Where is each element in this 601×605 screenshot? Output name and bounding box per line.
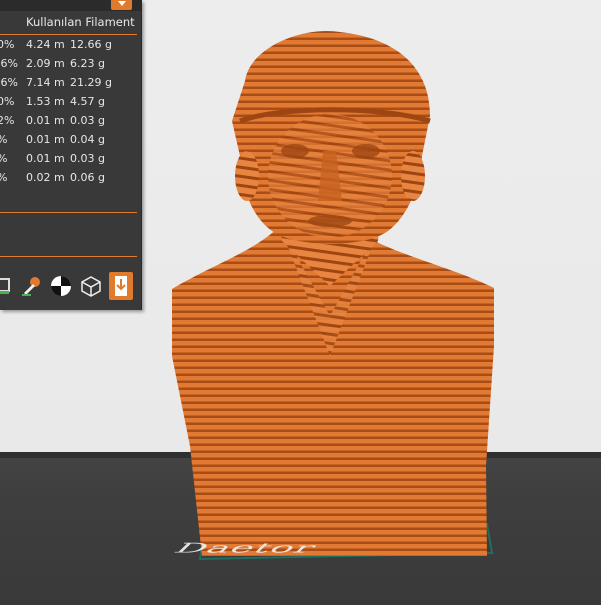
bust-model[interactable] bbox=[130, 26, 510, 566]
row-weight: 0.03 g bbox=[70, 114, 105, 127]
row-percent: 2% bbox=[0, 114, 15, 127]
row-percent: % bbox=[0, 133, 7, 146]
export-tool[interactable] bbox=[109, 272, 133, 300]
cube-wireframe-icon bbox=[81, 276, 101, 297]
row-length: 2.09 m bbox=[26, 57, 65, 70]
bust-right-eye bbox=[352, 144, 380, 158]
row-length: 0.01 m bbox=[26, 133, 65, 146]
row-weight: 0.04 g bbox=[70, 133, 105, 146]
wireframe-view-tool[interactable] bbox=[79, 272, 103, 300]
paint-tool[interactable] bbox=[19, 272, 43, 300]
table-row: .6% 7.14 m 21.29 g bbox=[0, 74, 141, 93]
filament-tool[interactable] bbox=[0, 272, 14, 300]
row-weight: 12.66 g bbox=[70, 38, 112, 51]
filament-column-header: Kullanılan Filament bbox=[26, 15, 135, 29]
header-divider bbox=[0, 34, 137, 35]
row-length: 0.01 m bbox=[26, 152, 65, 165]
table-row: 0% 1.53 m 4.57 g bbox=[0, 93, 141, 112]
row-weight: 0.03 g bbox=[70, 152, 105, 165]
toolbar-divider bbox=[0, 256, 137, 257]
panel-collapse-button[interactable] bbox=[111, 0, 132, 10]
bust-left-ear bbox=[235, 151, 259, 201]
bust-mouth bbox=[308, 215, 352, 227]
bust-left-eye bbox=[281, 144, 309, 158]
bust-right-ear bbox=[401, 151, 425, 201]
table-row: .6% 2.09 m 6.23 g bbox=[0, 55, 141, 74]
table-divider bbox=[0, 212, 137, 213]
chevron-down-icon bbox=[117, 1, 126, 6]
view-toolbar bbox=[0, 272, 141, 300]
row-percent: .6% bbox=[0, 57, 18, 70]
table-row: 0% 4.24 m 12.66 g bbox=[0, 36, 141, 55]
row-length: 7.14 m bbox=[26, 76, 65, 89]
filament-usage-panel: Kullanılan Filament 0% 4.24 m 12.66 g .6… bbox=[0, 0, 142, 310]
row-weight: 4.57 g bbox=[70, 95, 105, 108]
table-row: % 0.01 m 0.04 g bbox=[0, 131, 141, 150]
plate-logo-text: Daetor bbox=[168, 540, 323, 556]
row-weight: 6.23 g bbox=[70, 57, 105, 70]
row-percent: .6% bbox=[0, 76, 18, 89]
row-percent: % bbox=[0, 171, 7, 184]
filament-rows: 0% 4.24 m 12.66 g .6% 2.09 m 6.23 g .6% … bbox=[0, 36, 141, 188]
row-percent: 0% bbox=[0, 38, 15, 51]
row-length: 0.01 m bbox=[26, 114, 65, 127]
paint-brush-icon bbox=[22, 277, 40, 296]
row-length: 0.02 m bbox=[26, 171, 65, 184]
row-length: 4.24 m bbox=[26, 38, 65, 51]
table-row: % 0.01 m 0.03 g bbox=[0, 150, 141, 169]
row-weight: 0.06 g bbox=[70, 171, 105, 184]
row-weight: 21.29 g bbox=[70, 76, 112, 89]
table-row: % 0.02 m 0.06 g bbox=[0, 169, 141, 188]
row-length: 1.53 m bbox=[26, 95, 65, 108]
filament-icon bbox=[0, 278, 10, 294]
row-percent: 0% bbox=[0, 95, 15, 108]
center-of-gravity-icon bbox=[51, 276, 71, 296]
row-percent: % bbox=[0, 152, 7, 165]
export-download-icon bbox=[115, 276, 127, 296]
center-of-gravity-tool[interactable] bbox=[49, 272, 73, 300]
table-row: 2% 0.01 m 0.03 g bbox=[0, 112, 141, 131]
